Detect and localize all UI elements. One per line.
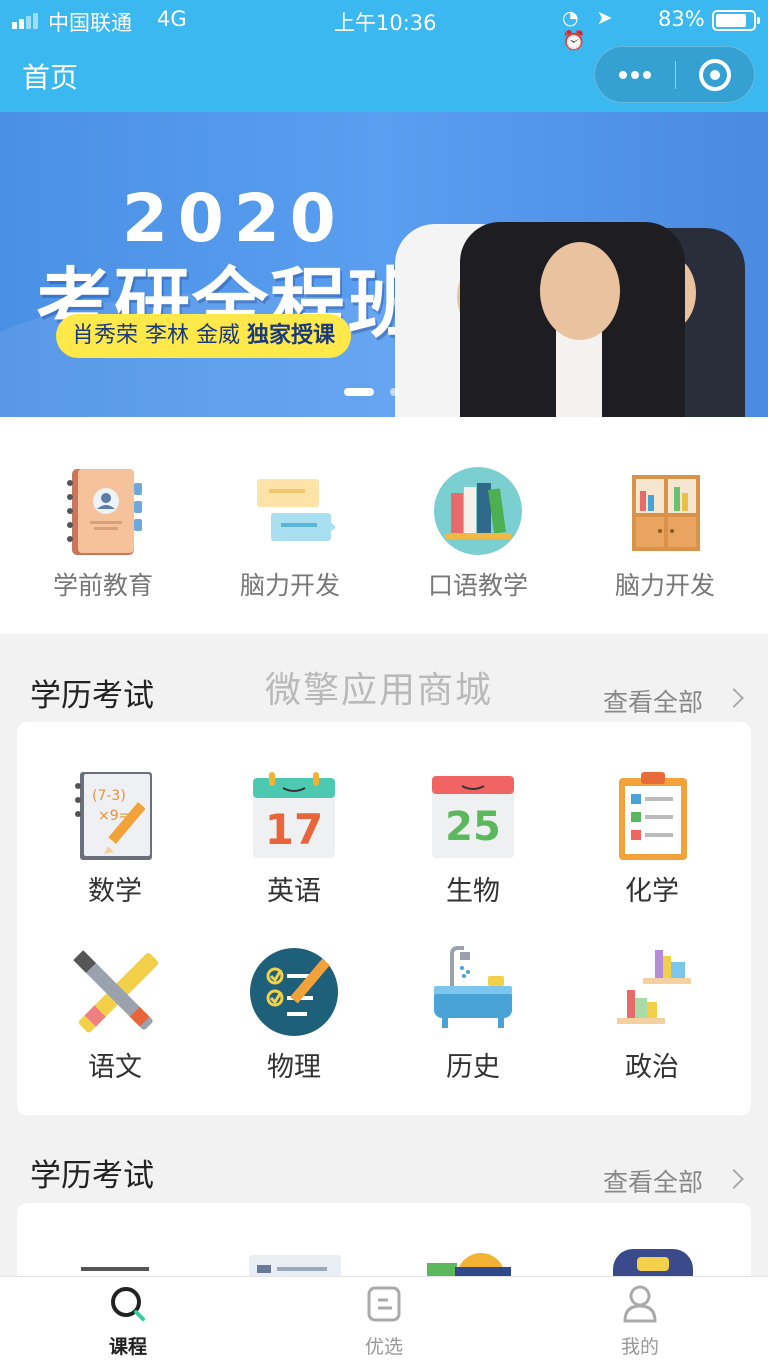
chevron-right-icon[interactable] [724,688,744,708]
carousel-indicator [344,388,404,396]
subject-biology[interactable]: 25 生物 [398,770,548,920]
subject-label: 生物 [446,876,500,907]
subject-label: 历史 [446,1052,500,1083]
quick-item-label: 学前教育 [52,571,153,600]
view-all-link[interactable]: 查看全部 [603,683,703,719]
quick-item-label: 脑力开发 [614,571,715,600]
calendar-25-icon: 25 [432,776,514,858]
books-icon [434,467,522,555]
status-time: 上午10:36 [334,11,437,35]
subject-label: 物理 [267,1052,321,1083]
subject-label: 化学 [625,876,679,907]
dot-icon [619,71,627,79]
quick-item-label: 脑力开发 [239,571,340,600]
watermark: 微擎应用商城 [265,670,494,711]
banner-teachers: 肖秀荣 李林 金威 [72,323,240,348]
promo-banner[interactable]: 2020 考研全程班 肖秀荣 李林 金威 独家授课 [0,112,768,417]
notebook-icon [67,469,142,555]
checklist-icon [250,948,338,1036]
network-type: 4G [157,7,187,31]
chevron-right-icon[interactable] [724,1169,744,1189]
subject-label: 政治 [625,1052,679,1083]
section-title: 学历考试 [30,1158,154,1194]
banner-tagline-bold: 独家授课 [247,323,336,348]
battery-percent: 83% [658,7,705,31]
subject-chemistry[interactable]: 化学 [577,770,727,920]
tab-selected[interactable]: 优选 [294,1277,474,1365]
tab-label: 我的 [620,1336,659,1358]
quick-item-brain-dev-2[interactable]: 脑力开发 [575,465,755,615]
quick-item-preschool[interactable]: 学前教育 [13,465,193,615]
user-icon [623,1285,657,1323]
more-menu-button[interactable] [595,47,675,102]
quick-item-oral[interactable]: 口语教学 [388,465,568,615]
status-icons: ◔ ➤ ⏰ [562,7,619,52]
math-notebook-icon: (7-3) ×9= [75,772,152,860]
bathtub-icon [434,946,512,1028]
quick-item-label: 口语教学 [427,571,528,600]
shelves-icon [617,950,691,1024]
teacher-photo [460,222,685,417]
pencil-pen-icon [73,950,159,1033]
banner-tagline: 肖秀荣 李林 金威 独家授课 [56,314,352,358]
battery-icon [712,10,760,31]
calendar-17-icon: 17 [253,772,335,858]
subject-card: (7-3) ×9= 数学 17 英语 25 生物 化学 语文 物理 历史 政治 [17,722,751,1115]
carousel-dot [390,388,398,396]
carousel-dot-active [344,388,374,396]
subject-history[interactable]: 历史 [398,946,548,1096]
calendar-number: 25 [445,804,501,850]
tab-mine[interactable]: 我的 [550,1277,730,1365]
dot-icon [643,71,651,79]
subject-label: 数学 [88,876,142,907]
page-title: 首页 [22,61,79,94]
tab-label: 课程 [108,1336,147,1358]
tab-courses[interactable]: 课程 [38,1277,218,1365]
status-bar: 中国联通 4G 上午10:36 ◔ ➤ ⏰ 83% [0,0,768,52]
subject-politics[interactable]: 政治 [577,946,727,1096]
note-icon [367,1286,401,1322]
subject-label: 英语 [267,876,321,907]
calendar-number: 17 [265,805,323,854]
chat-bubbles-icon [257,479,335,541]
clipboard-icon [619,772,687,860]
signal-icon [12,11,42,29]
section-title: 学历考试 [30,678,154,714]
close-button[interactable] [676,47,754,102]
top-bar: 中国联通 4G 上午10:36 ◔ ➤ ⏰ 83% 首页 [0,0,768,112]
tab-label: 优选 [364,1336,403,1358]
tab-bar: 课程 优选 我的 [0,1276,768,1365]
subject-label: 语文 [88,1052,142,1083]
bookshelf-icon [632,475,700,551]
subject-chinese[interactable]: 语文 [40,946,190,1096]
dot-icon [631,71,639,79]
quick-nav: 学前教育 脑力开发 口语教学 脑力开发 [0,417,768,634]
math-text: (7-3) [92,788,126,804]
subject-math[interactable]: (7-3) ×9= 数学 [40,770,190,920]
subject-physics[interactable]: 物理 [219,946,369,1096]
subject-english[interactable]: 17 英语 [219,770,369,920]
quick-item-brain-dev[interactable]: 脑力开发 [200,465,380,615]
carrier-label: 中国联通 [48,11,132,35]
view-all-link[interactable]: 查看全部 [603,1163,703,1199]
search-icon [111,1287,145,1321]
mini-program-capsule [594,46,755,103]
